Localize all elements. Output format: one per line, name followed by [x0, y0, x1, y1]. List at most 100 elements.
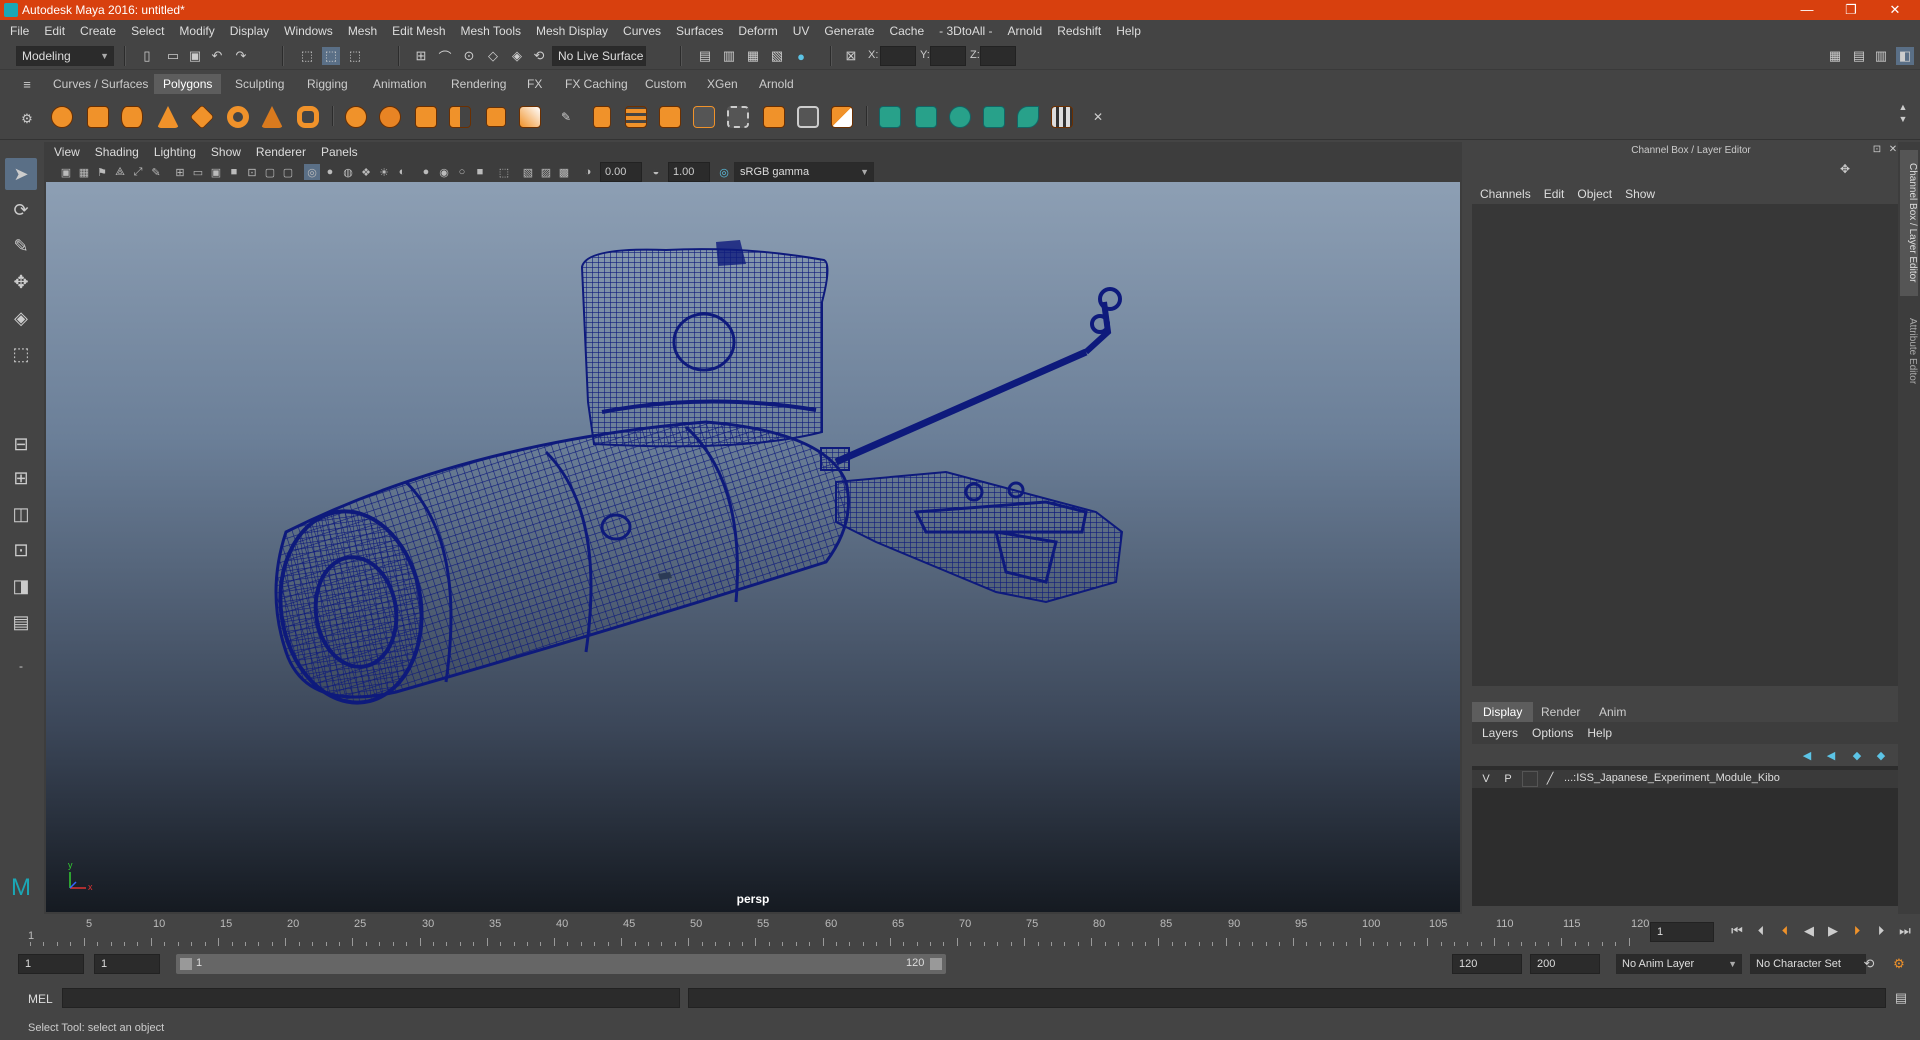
layer-tab-anim[interactable]: Anim — [1588, 702, 1637, 722]
shelf-tab-polygons[interactable]: Polygons — [154, 74, 222, 94]
ipr-render-icon[interactable]: ▥ — [720, 47, 738, 65]
poly-sphere-icon[interactable] — [48, 103, 76, 131]
snap-grid-icon[interactable]: ⊞ — [412, 47, 430, 65]
range-start-handle[interactable] — [180, 958, 192, 970]
new-layer-selected-icon[interactable]: ◆ — [1872, 746, 1890, 764]
persp-hypershade-layout-icon[interactable]: ◨ — [5, 570, 37, 602]
step-back-key-icon[interactable]: ⏴ — [1776, 922, 1794, 940]
menu-select[interactable]: Select — [131, 24, 164, 38]
move-layer-up-icon[interactable]: ◀ — [1798, 746, 1816, 764]
play-forwards-icon[interactable]: ▶ — [1824, 922, 1842, 940]
shadows-icon[interactable]: ◐ — [394, 164, 410, 180]
four-view-layout-icon[interactable]: ⊞ — [5, 462, 37, 494]
menu-deform[interactable]: Deform — [738, 24, 777, 38]
safe-title-icon[interactable]: ▢ — [280, 164, 296, 180]
smooth-shade-icon[interactable]: ● — [322, 164, 338, 180]
z-field[interactable] — [980, 46, 1016, 66]
move-layer-down-icon[interactable]: ◀ — [1822, 746, 1840, 764]
menu-display[interactable]: Display — [230, 24, 269, 38]
bevel-icon[interactable] — [622, 103, 650, 131]
snap-together-icon[interactable]: ⟲ — [530, 47, 548, 65]
planar-uv-icon[interactable] — [876, 103, 904, 131]
select-by-object-icon[interactable]: ⬚ — [322, 47, 340, 65]
playback-end-field[interactable]: 120 — [1452, 954, 1522, 974]
wireframe-on-shaded-icon[interactable]: ◍ — [340, 164, 356, 180]
timeline-strip[interactable]: 1 5 10 15 20 25 30 35 40 45 50 55 60 65 70 75 80 85 90 95 1… — [28, 916, 1649, 946]
character-set-dropdown[interactable]: No Character Set — [1750, 954, 1866, 974]
textured-icon[interactable]: ❖ — [358, 164, 374, 180]
color-management-icon[interactable]: ◎ — [716, 164, 732, 180]
snap-point-icon[interactable]: ⊙ — [460, 47, 478, 65]
safe-action-icon[interactable]: ▢ — [262, 164, 278, 180]
bridge-icon[interactable] — [656, 103, 684, 131]
channel-menu-edit[interactable]: Edit — [1544, 187, 1565, 201]
2d-pan-zoom-icon[interactable]: ⤢ — [130, 164, 146, 180]
layer-row[interactable]: V P ╱ ...:ISS_Japanese_Experiment_Module… — [1472, 770, 1899, 788]
scale-tool-icon[interactable]: ⬚ — [5, 338, 37, 370]
minimize-button[interactable]: — — [1784, 0, 1830, 20]
layer-playback-toggle[interactable]: P — [1500, 771, 1516, 787]
combine-icon[interactable] — [342, 103, 370, 131]
open-scene-icon[interactable]: ▭ — [164, 47, 182, 65]
select-by-hierarchy-icon[interactable]: ⬚ — [298, 47, 316, 65]
restore-button[interactable]: ❐ — [1828, 0, 1874, 20]
select-tool-icon[interactable]: ➤ — [5, 158, 37, 190]
upper-pressurized-section[interactable] — [580, 240, 829, 448]
select-by-component-icon[interactable]: ⬚ — [346, 47, 364, 65]
close-button[interactable]: ✕ — [1872, 0, 1918, 20]
live-surface-field[interactable]: No Live Surface — [552, 46, 646, 66]
motion-blur-icon[interactable]: ◉ — [436, 164, 452, 180]
poly-cube-icon[interactable] — [84, 103, 112, 131]
viewport-menu-panels[interactable]: Panels — [321, 145, 358, 159]
channel-menu-channels[interactable]: Channels — [1480, 187, 1531, 201]
anti-aliasing-icon[interactable]: ○ — [454, 164, 470, 180]
extract-icon[interactable] — [446, 103, 474, 131]
menu-help[interactable]: Help — [1116, 24, 1141, 38]
shelf-tab-custom[interactable]: Custom — [636, 74, 695, 94]
xray-icon[interactable]: ▧ — [520, 164, 536, 180]
channel-box-toggle-icon[interactable]: ◧ — [1896, 47, 1914, 65]
shelf-tab-rigging[interactable]: Rigging — [298, 74, 357, 94]
redo-icon[interactable]: ↷ — [232, 47, 250, 65]
menu-mesh[interactable]: Mesh — [348, 24, 377, 38]
viewport-menu-show[interactable]: Show — [211, 145, 241, 159]
render-view-icon[interactable]: ● — [792, 47, 810, 65]
animation-preferences-icon[interactable]: ⚙ — [1890, 955, 1908, 973]
shelf-tab-curves-surfaces[interactable]: Curves / Surfaces — [44, 74, 157, 94]
x-field[interactable] — [880, 46, 916, 66]
depth-of-field-icon[interactable]: ■ — [472, 164, 488, 180]
xray-joints-icon[interactable]: ▨ — [538, 164, 554, 180]
poly-torus-icon[interactable] — [224, 103, 252, 131]
attribute-editor-toggle-icon[interactable]: ▤ — [1850, 47, 1868, 65]
bookmarks-icon[interactable]: ⚑ — [94, 164, 110, 180]
shelf-tab-rendering[interactable]: Rendering — [442, 74, 515, 94]
shelf-menu-icon[interactable]: ≡ — [18, 75, 36, 93]
channel-menu-show[interactable]: Show — [1625, 187, 1655, 201]
viewport-menu-renderer[interactable]: Renderer — [256, 145, 306, 159]
hypershade-icon[interactable]: ▧ — [768, 47, 786, 65]
viewport-menu-lighting[interactable]: Lighting — [154, 145, 196, 159]
field-chart-icon[interactable]: ⊡ — [244, 164, 260, 180]
menu-edit[interactable]: Edit — [44, 24, 65, 38]
step-forward-key-icon[interactable]: ⏵ — [1848, 922, 1866, 940]
resolution-gate-icon[interactable]: ▣ — [208, 164, 224, 180]
shelf-settings-icon[interactable]: ⚙ — [18, 110, 36, 128]
menu-surfaces[interactable]: Surfaces — [676, 24, 723, 38]
poly-pyramid-icon[interactable] — [258, 103, 286, 131]
extrude-icon[interactable] — [588, 103, 616, 131]
menu-uv[interactable]: UV — [793, 24, 810, 38]
wireframe-model[interactable] — [46, 182, 1460, 912]
menu-windows[interactable]: Windows — [284, 24, 333, 38]
current-frame-field[interactable]: 1 — [1650, 922, 1714, 942]
shelf-tab-arnold[interactable]: Arnold — [750, 74, 803, 94]
viewport-menu-view[interactable]: View — [54, 145, 80, 159]
exposure-field[interactable]: 0.00 — [600, 162, 642, 182]
layer-menu-options[interactable]: Options — [1532, 726, 1573, 740]
menu-file[interactable]: File — [10, 24, 29, 38]
shelf-tab-animation[interactable]: Animation — [364, 74, 435, 94]
3d-viewport[interactable]: y x persp — [46, 182, 1460, 912]
wireframe-mode-icon[interactable]: ◎ — [304, 164, 320, 180]
multi-cut-icon[interactable]: ✎ — [552, 103, 580, 131]
menu-mesh-display[interactable]: Mesh Display — [536, 24, 608, 38]
render-frame-icon[interactable]: ▤ — [696, 47, 714, 65]
